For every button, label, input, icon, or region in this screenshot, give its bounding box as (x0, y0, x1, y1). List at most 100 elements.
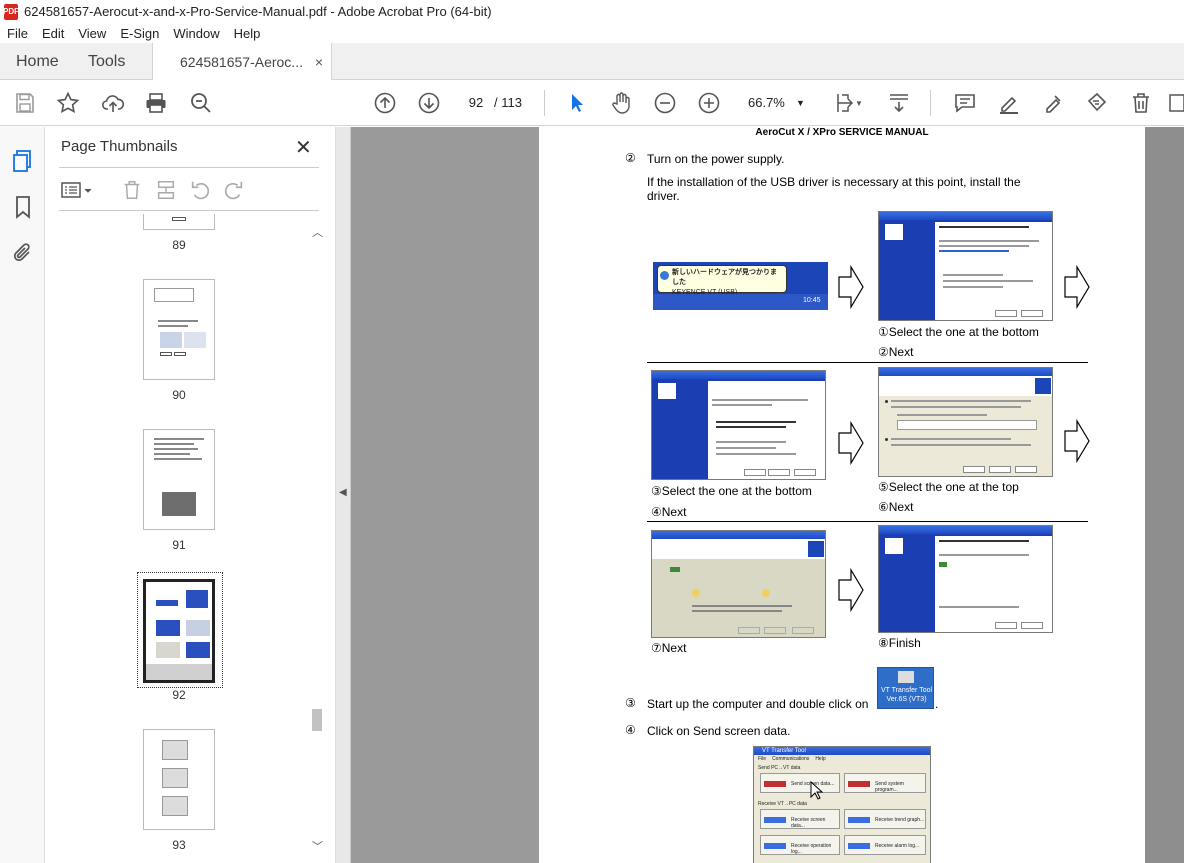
scroll-down-icon[interactable]: ﹀ (312, 838, 323, 854)
thumbnail-page[interactable] (143, 729, 215, 830)
caption-step6: ⑥Next (878, 500, 914, 514)
select-cursor-icon[interactable] (564, 90, 590, 116)
thumbnail-page[interactable] (143, 214, 215, 230)
tab-document[interactable]: 624581657-Aeroc... × (152, 43, 332, 81)
vt-tool-receive-group: Receive VT→PC data (758, 801, 807, 807)
tray-clock: 10:45 (803, 297, 821, 304)
scrollbar-thumb[interactable] (312, 709, 322, 731)
caption-step7: ⑦Next (651, 641, 687, 655)
caption-step2: ②Next (878, 345, 914, 359)
balloon-title: 新しいハードウェアが見つかりました (672, 269, 777, 286)
vt-tool-receive-operation-label: Receive operation log... (791, 843, 832, 855)
window-title: 624581657-Aerocut-x-and-x-Pro-Service-Ma… (24, 4, 492, 19)
panel-divider (59, 210, 319, 211)
more-tools-icon[interactable] (1168, 90, 1184, 116)
screenshot-new-hardware-balloon: 新しいハードウェアが見つかりました KEYENCE VT (USB) 10:45 (653, 262, 828, 310)
screenshot-wizard-step1 (878, 211, 1053, 321)
row-divider (647, 362, 1088, 363)
highlight-pen-icon[interactable] (996, 90, 1022, 116)
draw-sign-icon[interactable] (1040, 90, 1066, 116)
document-margin (1145, 127, 1184, 863)
save-icon[interactable] (12, 90, 38, 116)
vt-tool-titlebar: VT Transfer Tool (754, 747, 930, 755)
menu-bar: File Edit View E-Sign Window Help (0, 23, 1184, 43)
total-pages: 113 (501, 95, 522, 110)
menu-esign[interactable]: E-Sign (113, 26, 166, 41)
thumbnail-label: 92 (172, 688, 186, 702)
vt-tool-send-screen-button: Send screen data... (760, 773, 840, 793)
menu-window[interactable]: Window (166, 26, 226, 41)
bookmark-star-icon[interactable] (55, 90, 81, 116)
thumbnail-options-icon[interactable] (61, 179, 95, 201)
menu-help[interactable]: Help (227, 26, 268, 41)
upload-cloud-icon[interactable] (100, 90, 126, 116)
vt-transfer-tool-icon (898, 671, 914, 683)
vt-tool-menubar: File Communications Help (758, 756, 826, 762)
previous-page-icon[interactable] (372, 90, 398, 116)
caption-step3: ③Select the one at the bottom (651, 484, 812, 498)
panel-divider (59, 167, 319, 168)
close-icon[interactable]: ✕ (295, 135, 312, 160)
acrobat-pdf-icon: PDF (3, 3, 19, 20)
menu-edit[interactable]: Edit (35, 26, 71, 41)
vt-tool-menu-communications: Communications (772, 756, 810, 762)
wizard-logo-icon (885, 538, 903, 554)
pdf-page: AeroCut X / XPro SERVICE MANUAL ② Turn o… (539, 127, 1145, 863)
scroll-mode-icon[interactable] (886, 90, 912, 116)
rotate-left-icon[interactable] (189, 179, 211, 201)
wizard-logo-icon (658, 383, 676, 399)
thumbnail-label: 90 (172, 388, 186, 402)
vt-tool-send-system-label: Send system program... (875, 781, 904, 793)
menu-view[interactable]: View (71, 26, 113, 41)
insert-pages-icon[interactable] (155, 179, 177, 201)
page-number-input[interactable]: 92 (462, 91, 490, 115)
step-2-text: Turn on the power supply. (647, 152, 785, 166)
tab-close-icon[interactable]: × (315, 54, 323, 70)
vt-tool-menu-help: Help (815, 756, 826, 762)
zoom-out-icon[interactable] (652, 90, 678, 116)
vt-tool-receive-alarm-button: Receive alarm log... (844, 835, 926, 855)
transfer-icon (764, 843, 786, 849)
thumbnail-page[interactable] (143, 279, 215, 380)
document-viewport[interactable]: AeroCut X / XPro SERVICE MANUAL ② Turn o… (351, 127, 1184, 863)
page-thumbnails-icon[interactable] (11, 149, 35, 173)
collapse-left-icon[interactable]: ◀ (339, 487, 347, 498)
transfer-icon (848, 843, 870, 849)
chevron-down-icon[interactable]: ▼ (853, 90, 865, 116)
transfer-icon (764, 781, 786, 787)
thumbnail-page-selected[interactable] (143, 579, 215, 683)
chevron-down-icon: ▼ (796, 98, 805, 108)
print-icon[interactable] (143, 90, 169, 116)
thumbnail-page[interactable] (143, 429, 215, 530)
caption-step8: ⑧Finish (878, 636, 921, 650)
thumbnail-label: 91 (172, 538, 186, 552)
period: . (935, 697, 939, 711)
zoom-level-select[interactable]: 66.7% ▼ (744, 91, 810, 115)
comment-icon[interactable] (952, 90, 978, 116)
step-4-number: ④ (625, 723, 636, 737)
thumbnail-scrollbar[interactable]: ︿ ﹀ (310, 222, 324, 854)
zoom-in-icon[interactable] (696, 90, 722, 116)
step-4-text: Click on Send screen data. (647, 724, 791, 738)
right-arrow-icon (838, 568, 864, 612)
scroll-up-icon[interactable]: ︿ (312, 224, 323, 240)
tab-home[interactable]: Home (16, 43, 59, 80)
step-2-note: If the installation of the USB driver is… (647, 175, 1021, 203)
next-page-icon[interactable] (416, 90, 442, 116)
bookmarks-icon[interactable] (11, 195, 35, 219)
wizard-logo-icon (885, 224, 903, 240)
stamp-icon[interactable] (1084, 90, 1110, 116)
attachments-paperclip-icon[interactable] (11, 241, 35, 265)
tab-tools[interactable]: Tools (88, 43, 125, 80)
menu-file[interactable]: File (0, 26, 35, 41)
rotate-right-icon[interactable] (223, 179, 245, 201)
right-arrow-icon (838, 421, 864, 465)
delete-pages-icon[interactable] (121, 179, 143, 201)
vt-transfer-tool-shortcut: VT Transfer Tool Ver.6S (VT3) (877, 667, 934, 709)
panel-collapse-handle[interactable]: ◀ (335, 127, 351, 863)
hand-tool-icon[interactable] (608, 90, 634, 116)
vt-transfer-tool-icon-label: VT Transfer Tool Ver.6S (VT3) (880, 687, 933, 703)
zoom-search-icon[interactable] (188, 90, 214, 116)
delete-trash-icon[interactable] (1128, 90, 1154, 116)
step-3-text: Start up the computer and double click o… (647, 697, 869, 711)
